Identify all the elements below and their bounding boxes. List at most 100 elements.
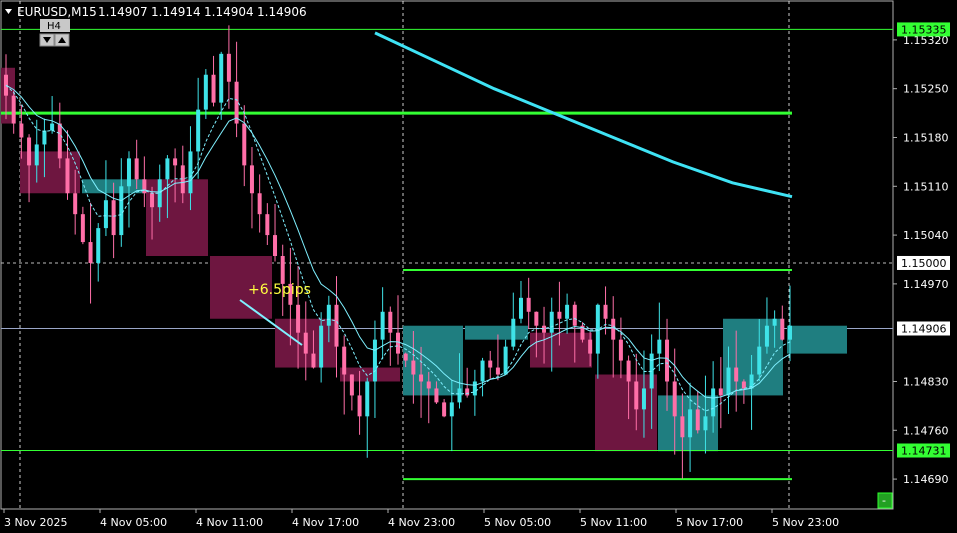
candle-body (150, 193, 155, 208)
candle-body (88, 242, 93, 263)
candle-body (657, 339, 662, 354)
candle-body (203, 74, 208, 110)
symbol-label: EURUSD,M15 (17, 5, 97, 19)
chart-header: EURUSD,M15 1.14907 1.14914 1.14904 1.149… (5, 5, 307, 19)
candle-body (319, 325, 324, 368)
price-chart[interactable]: +6.5pips 1.153201.152501.151801.151101.1… (0, 0, 957, 533)
time-tick-label: 4 Nov 17:00 (292, 516, 359, 529)
candle-body (534, 311, 539, 326)
candle-body (618, 339, 623, 361)
time-tick-label: 4 Nov 11:00 (196, 516, 263, 529)
price-tag-label: 1.14731 (901, 445, 947, 458)
candle-body (380, 311, 385, 340)
candle-body (349, 374, 354, 396)
time-tick-label: 5 Nov 11:00 (580, 516, 647, 529)
candle-body (365, 381, 370, 417)
candle-body (19, 123, 24, 138)
candle-body (73, 193, 78, 215)
htf-box (787, 325, 847, 354)
candle-body (588, 339, 593, 354)
candle-body (711, 388, 716, 417)
candle-body (249, 165, 254, 194)
candle-body (196, 109, 201, 152)
candle-body (372, 339, 377, 382)
price-tick-label: 1.15250 (903, 83, 949, 96)
candle-body (518, 297, 523, 319)
candle-body (718, 388, 723, 396)
candle-body (303, 332, 308, 354)
candle-body (726, 367, 731, 396)
candle-body (472, 381, 477, 396)
candle-body (665, 339, 670, 382)
candle-body (50, 123, 55, 131)
candle-body (565, 304, 570, 319)
candle-body (419, 374, 424, 382)
candle-body (173, 158, 178, 166)
candle-body (680, 416, 685, 438)
price-tag-label: 1.14906 (901, 323, 947, 336)
candle-body (119, 186, 124, 236)
candle-body (80, 214, 85, 243)
candle-body (11, 95, 16, 124)
htf-box (595, 374, 657, 452)
price-tag-label: 1.15335 (901, 23, 947, 36)
candle-body (503, 346, 508, 375)
candle-body (741, 381, 746, 389)
candle-body (695, 409, 700, 431)
candle-body (688, 409, 693, 438)
candle-body (495, 367, 500, 375)
candle-body (626, 360, 631, 382)
plot-frame (0, 0, 894, 510)
candle-body (42, 130, 47, 145)
time-tick-label: 5 Nov 05:00 (484, 516, 551, 529)
price-tick-label: 1.14830 (903, 375, 949, 388)
price-axis: 1.153201.152501.151801.151101.150401.149… (893, 22, 950, 486)
htf-box (146, 179, 208, 256)
pips-annotation: +6.5pips (248, 282, 311, 298)
candle-body (426, 381, 431, 389)
candle-body (788, 325, 792, 340)
candle-body (403, 353, 408, 361)
candle-body (734, 367, 739, 382)
candle-body (526, 297, 531, 312)
timeframe-label: H4 (47, 21, 61, 32)
candle-body (557, 311, 562, 319)
time-tick-label: 5 Nov 17:00 (676, 516, 743, 529)
minimize-button[interactable]: - (877, 492, 893, 509)
candle-body (134, 158, 139, 180)
candle-body (764, 325, 769, 347)
candle-body (27, 137, 32, 166)
candle-body (57, 123, 62, 159)
price-tick-label: 1.15040 (903, 229, 949, 242)
candle-body (634, 381, 639, 410)
price-tick-label: 1.15180 (903, 131, 949, 144)
candle-body (396, 332, 400, 354)
candle-body (273, 235, 278, 256)
candle-body (234, 81, 239, 124)
candle-body (757, 346, 762, 375)
candle-body (334, 304, 339, 347)
candle-body (188, 151, 193, 194)
candle-body (165, 158, 170, 180)
candle-body (65, 158, 70, 194)
time-tick-label: 4 Nov 05:00 (100, 516, 167, 529)
candle-body (780, 318, 785, 340)
candle-body (611, 318, 616, 340)
candle-body (772, 318, 777, 326)
candle-body (111, 200, 116, 236)
candle-body (357, 395, 362, 417)
time-axis: 3 Nov 2025 4 Nov 05:00 4 Nov 11:00 4 Nov 17… (3, 509, 839, 529)
htf-box (82, 179, 144, 194)
candle-body (326, 304, 331, 326)
candle-body (572, 304, 577, 326)
candle-body (211, 74, 216, 103)
ohlc-low: 1.14904 (204, 5, 254, 19)
candle-body (549, 311, 554, 333)
price-tick-label: 1.14760 (903, 424, 949, 437)
ohlc-high: 1.14914 (151, 5, 201, 19)
candle-body (280, 256, 285, 284)
candle-body (226, 53, 231, 82)
candle-body (96, 228, 101, 263)
candle-body (542, 325, 547, 333)
candle-body (465, 388, 470, 396)
